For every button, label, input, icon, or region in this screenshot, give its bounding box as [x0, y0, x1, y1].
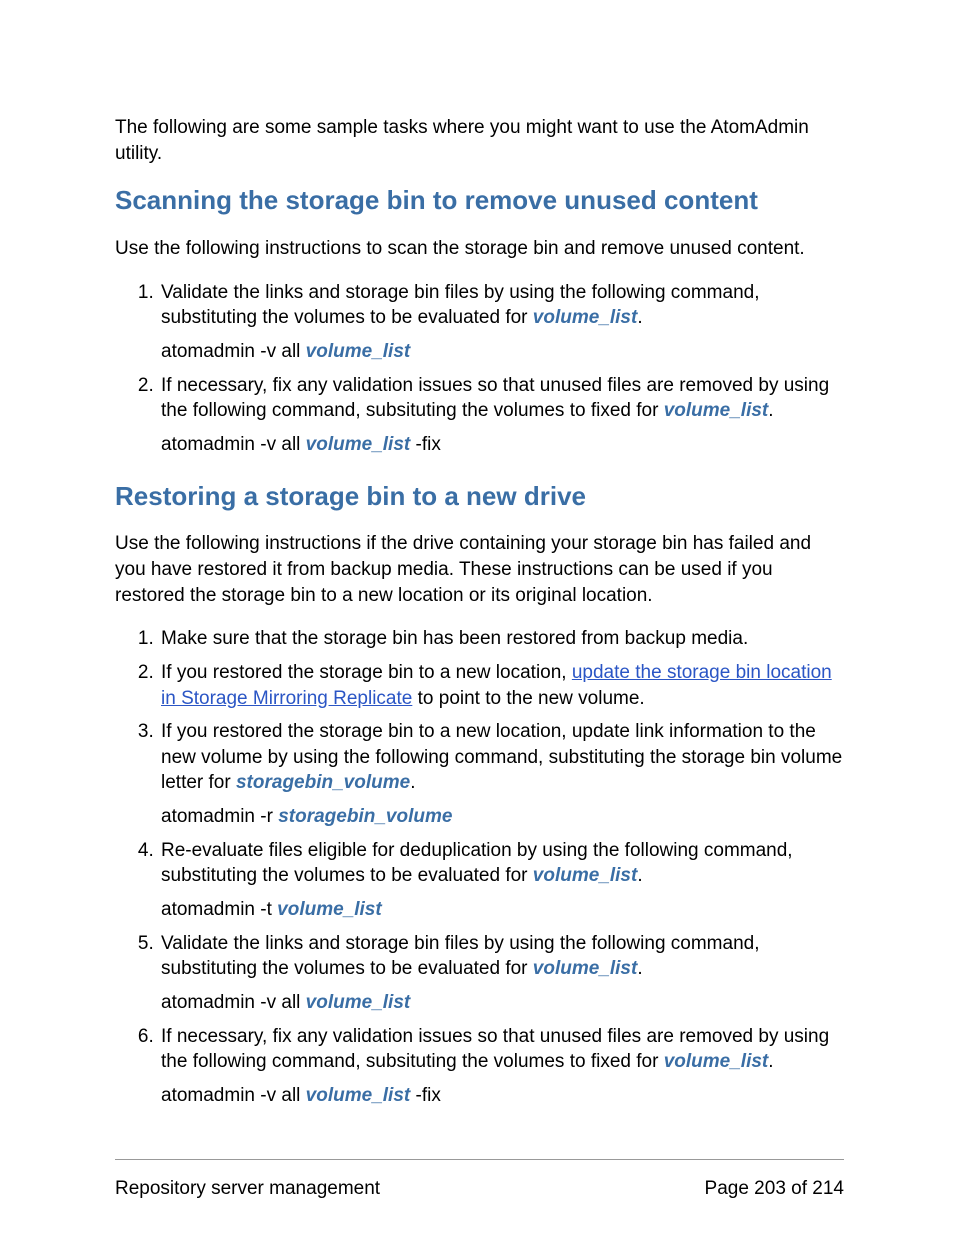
variable-volume-list: volume_list [306, 341, 411, 362]
variable-volume-list: volume_list [533, 307, 638, 328]
command-line: atomadmin -v all volume_list [161, 339, 844, 365]
section1-step-1: Validate the links and storage bin files… [159, 280, 844, 365]
command-text: atomadmin -v all [161, 992, 306, 1013]
variable-volume-list: volume_list [533, 865, 638, 886]
variable-volume-list: volume_list [664, 1051, 769, 1072]
command-text: atomadmin -v all [161, 341, 306, 362]
section2-intro: Use the following instructions if the dr… [115, 531, 844, 608]
section1-intro: Use the following instructions to scan t… [115, 236, 844, 262]
command-line: atomadmin -r storagebin_volume [161, 804, 844, 830]
section2-step-1: Make sure that the storage bin has been … [159, 626, 844, 652]
step-text: If you restored the storage bin to a new… [161, 662, 572, 683]
section2-step-5: Validate the links and storage bin files… [159, 931, 844, 1016]
command-text: atomadmin -v all [161, 1085, 306, 1106]
command-line: atomadmin -v all volume_list -fix [161, 432, 844, 458]
section-heading-scanning: Scanning the storage bin to remove unuse… [115, 184, 844, 218]
section2-step-6: If necessary, fix any validation issues … [159, 1024, 844, 1109]
step-text-end: . [637, 958, 642, 979]
step-text-end: . [637, 307, 642, 328]
section1-steps: Validate the links and storage bin files… [115, 280, 844, 458]
page-footer: Repository server management Page 203 of… [115, 1159, 844, 1200]
variable-storagebin-volume: storagebin_volume [236, 772, 410, 793]
command-text-suffix: -fix [410, 1085, 441, 1106]
section2-step-4: Re-evaluate files eligible for deduplica… [159, 838, 844, 923]
command-text-suffix: -fix [410, 434, 441, 455]
variable-volume-list: volume_list [664, 400, 769, 421]
step-text-end: . [768, 1051, 773, 1072]
command-line: atomadmin -t volume_list [161, 897, 844, 923]
command-text: atomadmin -t [161, 899, 277, 920]
variable-volume-list: volume_list [277, 899, 382, 920]
step-text-end: . [410, 772, 415, 793]
step-text: Re-evaluate files eligible for deduplica… [161, 840, 793, 887]
section-heading-restoring: Restoring a storage bin to a new drive [115, 480, 844, 514]
command-line: atomadmin -v all volume_list [161, 990, 844, 1016]
step-text: Validate the links and storage bin files… [161, 933, 760, 980]
command-text: atomadmin -r [161, 806, 278, 827]
variable-volume-list: volume_list [306, 1085, 411, 1106]
section2-steps: Make sure that the storage bin has been … [115, 626, 844, 1108]
step-text: Make sure that the storage bin has been … [161, 626, 844, 652]
section1-step-2: If necessary, fix any validation issues … [159, 373, 844, 458]
step-text: Validate the links and storage bin files… [161, 282, 760, 329]
document-page: The following are some sample tasks wher… [0, 0, 954, 1240]
footer-section-name: Repository server management [115, 1178, 380, 1200]
command-line: atomadmin -v all volume_list -fix [161, 1083, 844, 1109]
variable-volume-list: volume_list [306, 434, 411, 455]
variable-volume-list: volume_list [533, 958, 638, 979]
variable-volume-list: volume_list [306, 992, 411, 1013]
step-text-end: to point to the new volume. [412, 688, 644, 709]
intro-paragraph: The following are some sample tasks wher… [115, 115, 844, 166]
command-text: atomadmin -v all [161, 434, 306, 455]
section2-step-2: If you restored the storage bin to a new… [159, 660, 844, 711]
variable-storagebin-volume: storagebin_volume [278, 806, 452, 827]
step-text-end: . [637, 865, 642, 886]
step-text-end: . [768, 400, 773, 421]
section2-step-3: If you restored the storage bin to a new… [159, 719, 844, 830]
page-content: The following are some sample tasks wher… [115, 115, 844, 1131]
footer-page-number: Page 203 of 214 [705, 1178, 844, 1200]
